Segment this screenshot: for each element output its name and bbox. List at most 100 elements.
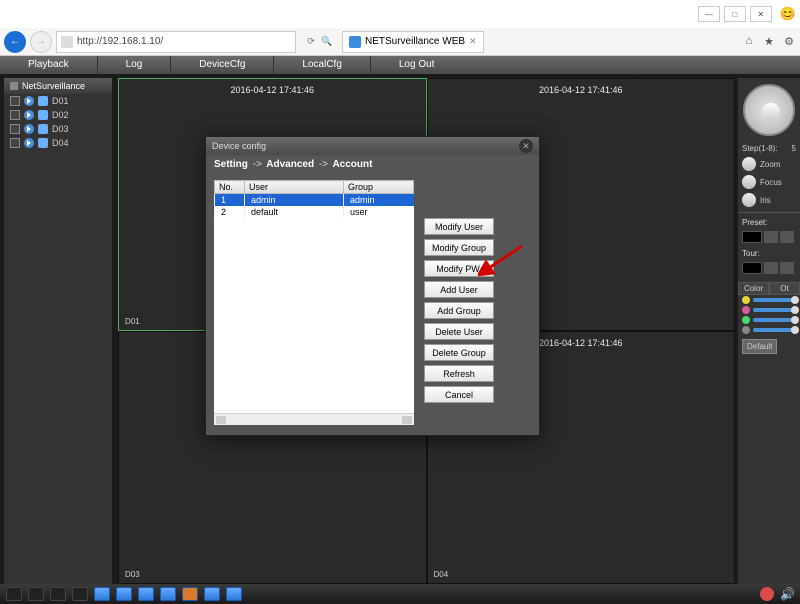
camera-icon bbox=[38, 124, 48, 134]
tour-stop[interactable] bbox=[780, 262, 794, 274]
search-icon[interactable]: 🔍 bbox=[320, 35, 334, 49]
cancel-button[interactable]: Cancel bbox=[424, 386, 494, 403]
favicon-icon bbox=[349, 36, 361, 48]
layout-1-icon[interactable] bbox=[28, 587, 44, 601]
cell-group: user bbox=[344, 206, 414, 218]
dialog-title: Device config bbox=[212, 141, 266, 151]
add-user-button[interactable]: Add User bbox=[424, 281, 494, 298]
default-button[interactable]: Default bbox=[742, 339, 777, 354]
play-icon[interactable] bbox=[24, 110, 34, 120]
channel-sidebar: NetSurveillance D01 D02 D03 D04 bbox=[4, 78, 112, 584]
focus-minus-icon[interactable] bbox=[742, 175, 756, 189]
layout-9-icon[interactable] bbox=[72, 587, 88, 601]
channel-row-d03[interactable]: D03 bbox=[4, 122, 112, 136]
forward-button[interactable]: → bbox=[30, 31, 52, 53]
dialog-close-icon[interactable]: ✕ bbox=[519, 139, 533, 153]
col-user[interactable]: User bbox=[245, 181, 344, 194]
device-icon bbox=[10, 82, 18, 90]
refresh-button[interactable]: Refresh bbox=[424, 365, 494, 382]
tour-input[interactable] bbox=[742, 262, 762, 274]
channel-row-d02[interactable]: D02 bbox=[4, 108, 112, 122]
cell-no: 1 bbox=[215, 194, 245, 207]
cell-name: D04 bbox=[434, 570, 449, 579]
close-tab-icon[interactable]: ✕ bbox=[469, 36, 477, 47]
delete-user-button[interactable]: Delete User bbox=[424, 323, 494, 340]
contrast-slider[interactable] bbox=[753, 308, 796, 312]
window-maximize[interactable]: □ bbox=[724, 6, 746, 22]
saturation-icon bbox=[742, 316, 750, 324]
preset-del[interactable] bbox=[780, 231, 794, 243]
refresh-icon[interactable]: ⟳ bbox=[304, 35, 318, 49]
browser-navbar: ← → http://192.168.1.10/ ⟳ 🔍 NETSurveill… bbox=[0, 28, 800, 56]
col-no[interactable]: No. bbox=[215, 181, 245, 194]
rec-icon[interactable] bbox=[10, 124, 20, 134]
table-header-row: No. User Group bbox=[215, 181, 414, 194]
menu-devicecfg[interactable]: DeviceCfg bbox=[170, 56, 273, 74]
speaker-icon[interactable]: 🔊 bbox=[780, 587, 794, 601]
hue-slider[interactable] bbox=[753, 328, 796, 332]
ptz-dial[interactable] bbox=[743, 84, 795, 136]
step-value: 5 bbox=[792, 144, 796, 153]
add-group-button[interactable]: Add Group bbox=[424, 302, 494, 319]
table-row[interactable]: 2 default user bbox=[215, 206, 414, 218]
tab-color[interactable]: Color bbox=[738, 282, 769, 295]
menu-localcfg[interactable]: LocalCfg bbox=[273, 56, 369, 74]
camera-icon bbox=[38, 138, 48, 148]
brightness-icon bbox=[742, 296, 750, 304]
layout-4-icon[interactable] bbox=[50, 587, 66, 601]
play-icon[interactable] bbox=[24, 138, 34, 148]
tool-2-icon[interactable] bbox=[116, 587, 132, 601]
crumb-account[interactable]: Account bbox=[332, 159, 372, 170]
contrast-icon bbox=[742, 306, 750, 314]
iris-minus-icon[interactable] bbox=[742, 193, 756, 207]
window-close[interactable]: ✕ bbox=[750, 6, 772, 22]
brightness-slider[interactable] bbox=[753, 298, 796, 302]
col-group[interactable]: Group bbox=[344, 181, 414, 194]
tab-other[interactable]: Ot bbox=[769, 282, 800, 295]
window-titlebar: — □ ✕ 😊 bbox=[0, 0, 800, 28]
tool-6-icon[interactable] bbox=[204, 587, 220, 601]
table-row[interactable]: 1 admin admin bbox=[215, 194, 414, 207]
address-tools: ⟳ 🔍 bbox=[304, 35, 334, 49]
back-button[interactable]: ← bbox=[4, 31, 26, 53]
modify-group-button[interactable]: Modify Group bbox=[424, 239, 494, 256]
tool-5-icon[interactable] bbox=[182, 587, 198, 601]
tool-1-icon[interactable] bbox=[94, 587, 110, 601]
delete-group-button[interactable]: Delete Group bbox=[424, 344, 494, 361]
preset-input[interactable] bbox=[742, 231, 762, 243]
menu-logout[interactable]: Log Out bbox=[370, 56, 463, 74]
modify-user-button[interactable]: Modify User bbox=[424, 218, 494, 235]
tool-4-icon[interactable] bbox=[160, 587, 176, 601]
fullscreen-icon[interactable] bbox=[6, 587, 22, 601]
rec-icon[interactable] bbox=[10, 96, 20, 106]
menu-log[interactable]: Log bbox=[97, 56, 171, 74]
star-icon[interactable]: ★ bbox=[762, 35, 776, 48]
tour-play[interactable] bbox=[764, 262, 778, 274]
tool-7-icon[interactable] bbox=[226, 587, 242, 601]
menu-playback[interactable]: Playback bbox=[0, 56, 97, 74]
play-icon[interactable] bbox=[24, 124, 34, 134]
hue-icon bbox=[742, 326, 750, 334]
crumb-setting[interactable]: Setting bbox=[214, 159, 248, 170]
zoom-minus-icon[interactable] bbox=[742, 157, 756, 171]
play-icon[interactable] bbox=[24, 96, 34, 106]
saturation-slider[interactable] bbox=[753, 318, 796, 322]
crumb-advanced[interactable]: Advanced bbox=[266, 159, 314, 170]
tool-3-icon[interactable] bbox=[138, 587, 154, 601]
modify-pw-button[interactable]: Modify PW. bbox=[424, 260, 494, 277]
cell-name: D03 bbox=[125, 570, 140, 579]
home-icon[interactable]: ⌂ bbox=[742, 35, 756, 48]
gear-icon[interactable]: ⚙ bbox=[782, 35, 796, 48]
preset-add[interactable] bbox=[764, 231, 778, 243]
browser-tab[interactable]: NETSurveillance WEB ✕ bbox=[342, 31, 484, 53]
channel-row-d04[interactable]: D04 bbox=[4, 136, 112, 150]
cell-no: 2 bbox=[215, 206, 245, 218]
preset-label: Preset: bbox=[742, 218, 767, 227]
address-bar[interactable]: http://192.168.1.10/ bbox=[56, 31, 296, 53]
channel-row-d01[interactable]: D01 bbox=[4, 94, 112, 108]
rec-icon[interactable] bbox=[10, 110, 20, 120]
window-minimize[interactable]: — bbox=[698, 6, 720, 22]
rec-icon[interactable] bbox=[10, 138, 20, 148]
table-scroll-x[interactable] bbox=[214, 413, 414, 425]
timestamp: 2016-04-12 17:41:46 bbox=[539, 85, 623, 95]
